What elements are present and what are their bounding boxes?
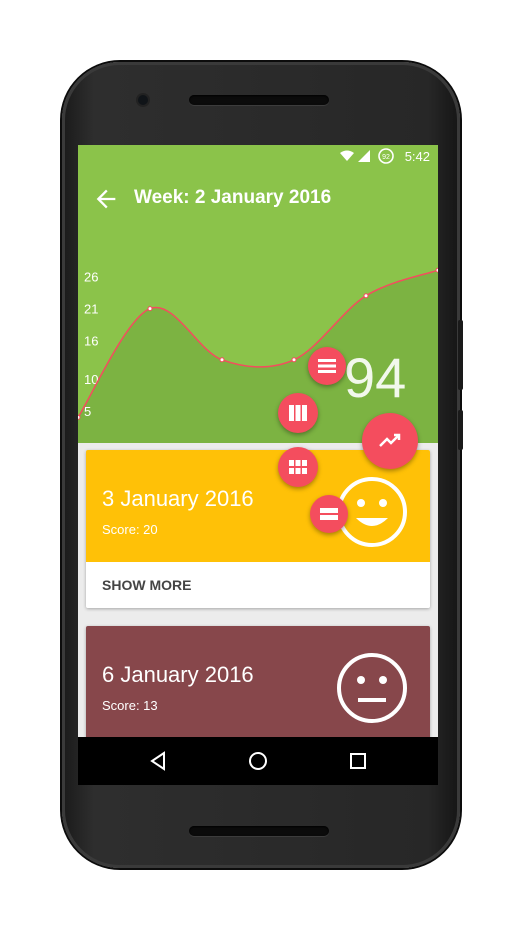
battery-level: 92 (382, 154, 390, 161)
volume-button (458, 320, 463, 390)
trending-up-icon (379, 433, 401, 447)
recents-nav-icon[interactable] (346, 749, 370, 773)
view-list-icon (318, 359, 336, 373)
y-tick-label: 26 (84, 270, 98, 285)
card-score: Score: 13 (102, 698, 158, 713)
status-bar: 92 5:42 (78, 145, 438, 169)
day-card-2-body: 6 January 2016 Score: 13 (86, 626, 430, 746)
header-area: 92 5:42 Week: 2 January 2016 26 21 16 10 5 9… (78, 145, 438, 443)
neutral-face-icon (337, 653, 407, 723)
back-arrow-icon[interactable] (92, 185, 120, 213)
signal-icon (358, 150, 370, 162)
bottom-speaker (189, 826, 329, 836)
fab-column-view[interactable] (278, 393, 318, 433)
y-tick-label: 21 (84, 302, 98, 317)
system-nav-bar (78, 737, 438, 785)
app-screen: 92 5:42 Week: 2 January 2016 26 21 16 10 5 9… (78, 145, 438, 785)
battery-icon: 92 (378, 148, 394, 164)
y-tick-label: 16 (84, 334, 98, 349)
wifi-icon (340, 150, 354, 161)
chart-point (219, 357, 225, 363)
card-date: 6 January 2016 (102, 662, 254, 687)
day-card-1[interactable]: 3 January 2016 Score: 20 SHOW MORE (86, 450, 430, 608)
chart-point (435, 267, 438, 273)
chart-point (147, 306, 153, 312)
back-nav-icon[interactable] (146, 749, 170, 773)
view-stream-icon (320, 508, 338, 520)
day-card-2[interactable]: 6 January 2016 Score: 13 (86, 626, 430, 746)
fab-module-view[interactable] (278, 447, 318, 487)
card-date: 3 January 2016 (102, 486, 254, 511)
view-module-icon (289, 460, 307, 474)
chart-point (291, 357, 297, 363)
show-more-button[interactable]: SHOW MORE (86, 562, 430, 608)
power-button (458, 410, 463, 450)
chart-point (363, 293, 369, 299)
fab-stream-view[interactable] (310, 495, 348, 533)
home-nav-icon[interactable] (246, 749, 270, 773)
card-score: Score: 20 (102, 522, 158, 537)
front-camera (138, 95, 148, 105)
top-speaker (189, 95, 329, 105)
fab-list-view[interactable] (308, 347, 346, 385)
chart-point (78, 414, 81, 420)
status-time: 5:42 (404, 149, 430, 164)
view-column-icon (289, 405, 307, 421)
total-score: 94 (344, 346, 407, 409)
page-title: Week: 2 January 2016 (134, 187, 332, 208)
fab-trend-view[interactable] (362, 413, 418, 469)
